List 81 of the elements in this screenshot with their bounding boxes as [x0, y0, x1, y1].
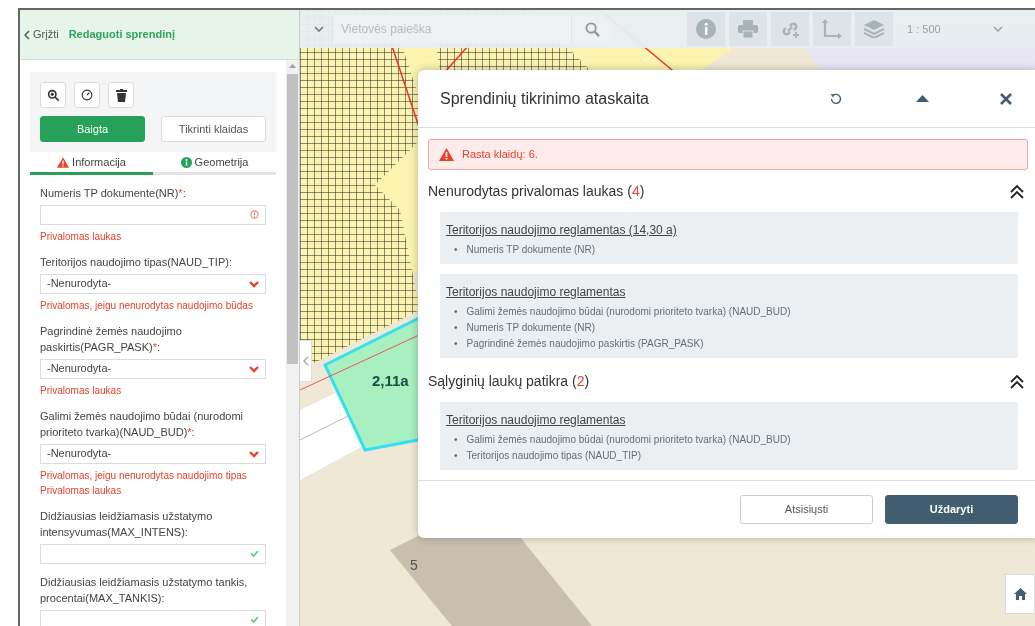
- field-label: Didžiausias leidžiamasis užstatymo tankis, procentai(MAX_TANKIS):: [40, 574, 249, 606]
- home-icon: [1013, 588, 1027, 600]
- alert-text: Rasta klaidų: 6.: [462, 147, 538, 163]
- warning-icon: [439, 148, 454, 161]
- zoom-in-icon: [46, 88, 60, 102]
- scrollbar-thumb[interactable]: [287, 74, 298, 364]
- select-field[interactable]: -Nenurodyta-: [40, 273, 266, 294]
- home-button[interactable]: [1005, 574, 1035, 614]
- chevron-left-icon: [24, 29, 30, 40]
- map-scale: 1 : 500: [907, 21, 941, 37]
- collapse-handle[interactable]: [300, 340, 312, 382]
- input-field[interactable]: [40, 543, 266, 564]
- section-title: Sąlyginių laukų patikra (2): [428, 371, 590, 391]
- tab[interactable]: Informacija: [30, 152, 153, 175]
- link-plus-icon: [780, 19, 800, 39]
- bullet-mark: •: [454, 433, 458, 447]
- info-button[interactable]: [687, 12, 725, 46]
- gauge-icon: [81, 89, 93, 101]
- select-field[interactable]: -Nenurodyta-: [40, 358, 266, 379]
- error-message: Privalomas laukas: [40, 383, 123, 398]
- scrollbar[interactable]: [286, 60, 299, 626]
- bullet-mark: •: [454, 337, 458, 351]
- error-item: Pagrindinė žemės naudojimo paskirtis (PAGR_PASK): [466, 337, 704, 351]
- bullet-mark: •: [454, 243, 458, 257]
- input-field[interactable]: [40, 609, 266, 626]
- scroll-up-icon: [289, 64, 296, 68]
- caret-up-icon: [915, 95, 929, 102]
- group-title: Teritorijos naudojimo reglamentas: [446, 412, 626, 429]
- error-message: Privalomas, jeigu nenurodytas naudojimo būdas: [40, 298, 254, 313]
- field-label: Galimi žemės naudojimo būdai (nurodomi prioriteto tvarka)(NAUD_BUD)*:: [40, 408, 244, 440]
- print-button[interactable]: [729, 12, 767, 46]
- field-label: Pagrindinė žemės naudojimo paskirtis(PAGR_PASK)*:: [40, 323, 183, 355]
- error-message: Privalomas, jeigu nenurodytas naudojimo tipas: [40, 468, 248, 483]
- search-button[interactable]: [572, 15, 612, 43]
- error-message: Privalomas laukas: [40, 483, 123, 498]
- bullet-mark: •: [454, 321, 458, 335]
- group-title: Teritorijos naudojimo reglamentas: [446, 284, 626, 301]
- error-item: Numeris TP dokumente (NR): [466, 243, 596, 257]
- download-button[interactable]: Atsisiųsti: [740, 495, 873, 524]
- panel-title: Redaguoti sprendinį: [68, 27, 175, 43]
- chevron-down-icon: [992, 26, 1003, 32]
- refresh-icon: [830, 92, 842, 105]
- printer-icon: [738, 20, 758, 38]
- info-icon: [696, 19, 716, 39]
- delete-button[interactable]: [108, 82, 134, 108]
- dialog-title: Sprendinių tikrinimo ataskaita: [440, 88, 650, 109]
- close-dialog-button[interactable]: Uždaryti: [885, 495, 1018, 524]
- layers-icon: [864, 20, 884, 38]
- layers-button[interactable]: [855, 12, 893, 46]
- zoom-in-button[interactable]: [40, 82, 66, 108]
- error-item: Galimi žemės naudojimo būdai (nurodomi prioriteto tvarka) (NAUD_BUD): [466, 305, 791, 319]
- bullet-mark: •: [454, 449, 458, 463]
- field-label: Teritorijos naudojimo tipas(NAUD_TIP):: [40, 254, 233, 270]
- search-icon: [584, 21, 600, 37]
- area-label: 2,11a: [372, 372, 409, 389]
- trash-icon: [115, 88, 127, 102]
- bullet-mark: •: [454, 305, 458, 319]
- collapse-icon[interactable]: [1010, 373, 1024, 389]
- measure-button[interactable]: [813, 12, 851, 46]
- chevron-left-icon: [302, 356, 309, 366]
- section-title: Nenurodytas privalomas laukas (4): [428, 181, 645, 201]
- check-errors-button[interactable]: Tikrinti klaidas: [161, 116, 266, 142]
- house-number: 5: [410, 557, 418, 573]
- group-title: Teritorijos naudojimo reglamentas (14,30 a): [446, 222, 677, 239]
- location-search-field[interactable]: Vietovės paieška: [332, 15, 572, 43]
- add-link-button[interactable]: [771, 12, 809, 46]
- back-link[interactable]: Grįžti: [24, 26, 59, 43]
- axes-icon: [822, 19, 842, 39]
- error-item: Galimi žemės naudojimo būdai (nurodomi prioriteto tvarka) (NAUD_BUD): [466, 433, 791, 447]
- select-field[interactable]: -Nenurodyta-: [40, 443, 266, 464]
- error-message: Privalomas laukas: [40, 229, 123, 244]
- gauge-button[interactable]: [74, 82, 100, 108]
- tab[interactable]: Geometrija: [153, 152, 276, 175]
- field-label: Numeris TP dokumente(NR)*:: [40, 185, 187, 201]
- field-label: Didžiausias leidžiamasis užstatymo intensyvumas(MAX_INTENS):: [40, 508, 214, 540]
- chevron-down-icon: [314, 26, 324, 32]
- input-field[interactable]: [40, 204, 266, 225]
- collapse-icon[interactable]: [1010, 183, 1024, 199]
- close-icon: [1000, 92, 1012, 105]
- error-item: Teritorijos naudojimo tipas (NAUD_TIP): [466, 449, 642, 463]
- error-item: Numeris TP dokumente (NR): [466, 321, 596, 335]
